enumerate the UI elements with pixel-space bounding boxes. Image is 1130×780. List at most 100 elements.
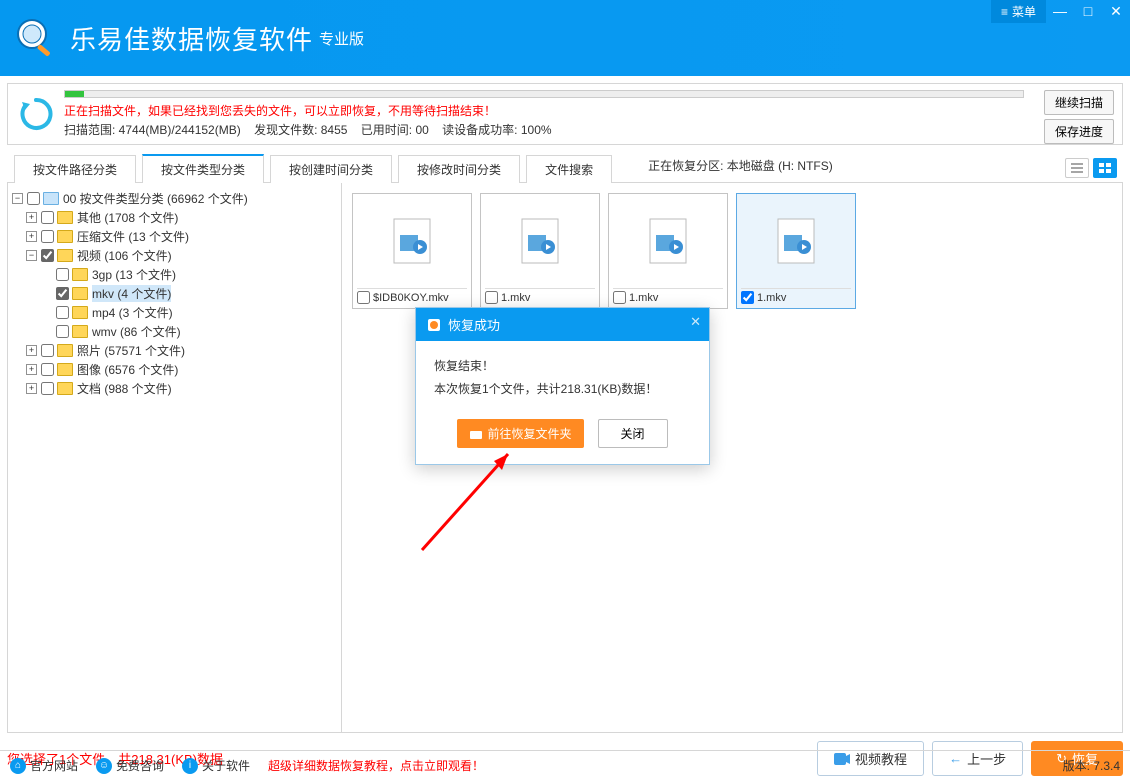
- home-icon: ⌂: [10, 758, 26, 774]
- scan-found: 发现文件数: 8455: [254, 123, 347, 137]
- folder-icon: [72, 325, 88, 338]
- tree-checkbox[interactable]: [56, 306, 69, 319]
- folder-open-icon: [469, 428, 483, 440]
- tree-item-3gp[interactable]: 3gp (13 个文件): [12, 265, 337, 284]
- consult-label: 免费咨询: [116, 757, 164, 774]
- folder-icon: [57, 382, 73, 395]
- app-logo-icon: [12, 14, 60, 62]
- file-card[interactable]: 1.mkv: [736, 193, 856, 309]
- folder-icon: [57, 230, 73, 243]
- recovery-success-dialog: 恢复成功 ✕ 恢复结束！ 本次恢复1个文件，共计218.31(KB)数据！ 前往…: [415, 307, 710, 465]
- tree-checkbox[interactable]: [41, 249, 54, 262]
- tab-by-type[interactable]: 按文件类型分类: [142, 154, 264, 183]
- tree-label[interactable]: 照片 (57571 个文件): [77, 342, 185, 359]
- file-card[interactable]: 1.mkv: [480, 193, 600, 309]
- grid-view-button[interactable]: [1093, 158, 1117, 178]
- tab-by-created[interactable]: 按创建时间分类: [270, 155, 392, 183]
- tree-item-image[interactable]: + 图像 (6576 个文件): [12, 360, 337, 379]
- collapse-icon[interactable]: −: [12, 193, 23, 204]
- tree-label[interactable]: 压缩文件 (13 个文件): [77, 228, 189, 245]
- grid-icon: [1098, 162, 1112, 174]
- expand-icon[interactable]: +: [26, 364, 37, 375]
- tab-search[interactable]: 文件搜索: [526, 155, 612, 183]
- tree-pane: − 00 按文件类型分类 (66962 个文件) + 其他 (1708 个文件)…: [7, 183, 342, 733]
- file-card[interactable]: 1.mkv: [608, 193, 728, 309]
- tab-by-modified[interactable]: 按修改时间分类: [398, 155, 520, 183]
- scan-detail: 扫描范围: 4744(MB)/244152(MB) 发现文件数: 8455 已用…: [64, 121, 1114, 138]
- footer: ⌂ 官方网站 ☺ 免费咨询 i 关于软件 超级详细数据恢复教程，点击立即观看！ …: [0, 750, 1130, 780]
- tree-checkbox[interactable]: [41, 382, 54, 395]
- expand-icon[interactable]: +: [26, 231, 37, 242]
- expand-icon[interactable]: +: [26, 383, 37, 394]
- tree-root[interactable]: − 00 按文件类型分类 (66962 个文件): [12, 189, 337, 208]
- file-thumb: [613, 198, 723, 284]
- menu-button[interactable]: ≡ 菜单: [991, 0, 1046, 23]
- file-thumb: [741, 198, 851, 284]
- dialog-title-text: 恢复成功: [448, 315, 500, 334]
- about-link[interactable]: i 关于软件: [182, 757, 250, 774]
- save-progress-button[interactable]: 保存进度: [1044, 119, 1114, 144]
- tree-checkbox[interactable]: [56, 325, 69, 338]
- tree-item-video[interactable]: − 视频 (106 个文件): [12, 246, 337, 265]
- list-view-button[interactable]: [1065, 158, 1089, 178]
- tree-checkbox[interactable]: [56, 287, 69, 300]
- tree-item-mp4[interactable]: mp4 (3 个文件): [12, 303, 337, 322]
- tree-label[interactable]: 文档 (988 个文件): [77, 380, 172, 397]
- file-thumb: [357, 198, 467, 284]
- collapse-icon[interactable]: −: [26, 250, 37, 261]
- file-checkbox[interactable]: [613, 291, 626, 304]
- video-file-icon: [520, 217, 560, 265]
- close-button[interactable]: ✕: [1102, 0, 1130, 22]
- maximize-button[interactable]: □: [1074, 0, 1102, 22]
- tree-checkbox[interactable]: [41, 363, 54, 376]
- list-icon: [1070, 162, 1084, 174]
- dialog-actions: 前往恢复文件夹 关闭: [416, 413, 709, 464]
- minimize-button[interactable]: —: [1046, 0, 1074, 22]
- tree-label[interactable]: 视频 (106 个文件): [77, 247, 172, 264]
- goto-folder-button[interactable]: 前往恢复文件夹: [457, 419, 583, 448]
- footer-promo-link[interactable]: 超级详细数据恢复教程，点击立即观看！: [268, 757, 484, 774]
- dialog-line1: 恢复结束！: [434, 357, 691, 374]
- file-card[interactable]: $IDB0KOY.mkv: [352, 193, 472, 309]
- tree-label[interactable]: mkv (4 个文件): [92, 285, 171, 302]
- folder-icon: [72, 268, 88, 281]
- version-label: 版本: 7.3.4: [1063, 757, 1120, 774]
- free-consult-link[interactable]: ☺ 免费咨询: [96, 757, 164, 774]
- tree-label[interactable]: mp4 (3 个文件): [92, 304, 173, 321]
- tree-label[interactable]: 00 按文件类型分类 (66962 个文件): [63, 190, 248, 207]
- folder-icon: [43, 192, 59, 205]
- tree-label[interactable]: 其他 (1708 个文件): [77, 209, 178, 226]
- tree-item-photo[interactable]: + 照片 (57571 个文件): [12, 341, 337, 360]
- file-checkbox[interactable]: [741, 291, 754, 304]
- tree-checkbox[interactable]: [41, 211, 54, 224]
- tree-checkbox[interactable]: [56, 268, 69, 281]
- tree-checkbox[interactable]: [27, 192, 40, 205]
- continue-scan-button[interactable]: 继续扫描: [1044, 90, 1114, 115]
- tree-item-wmv[interactable]: wmv (86 个文件): [12, 322, 337, 341]
- tree-checkbox[interactable]: [41, 230, 54, 243]
- tree-label[interactable]: 图像 (6576 个文件): [77, 361, 178, 378]
- tree-item-doc[interactable]: + 文档 (988 个文件): [12, 379, 337, 398]
- expand-icon[interactable]: +: [26, 212, 37, 223]
- scan-progress: [64, 90, 1024, 98]
- tree-item-zip[interactable]: + 压缩文件 (13 个文件): [12, 227, 337, 246]
- window-controls: ≡ 菜单 — □ ✕: [991, 0, 1130, 23]
- file-checkbox[interactable]: [357, 291, 370, 304]
- file-name: 1.mkv: [501, 292, 595, 304]
- tree-checkbox[interactable]: [41, 344, 54, 357]
- dialog-close-button[interactable]: ✕: [690, 314, 701, 330]
- file-name: 1.mkv: [629, 292, 723, 304]
- tree-label[interactable]: wmv (86 个文件): [92, 323, 181, 340]
- dialog-close-btn[interactable]: 关闭: [598, 419, 668, 448]
- tree-item-mkv[interactable]: mkv (4 个文件): [12, 284, 337, 303]
- official-site-link[interactable]: ⌂ 官方网站: [10, 757, 78, 774]
- folder-icon: [57, 249, 73, 262]
- tree-item-other[interactable]: + 其他 (1708 个文件): [12, 208, 337, 227]
- scan-text: 正在扫描文件，如果已经找到您丢失的文件，可以立即恢复，不用等待扫描结束！ 扫描范…: [64, 90, 1114, 138]
- tree-label[interactable]: 3gp (13 个文件): [92, 266, 176, 283]
- folder-icon: [72, 306, 88, 319]
- tab-by-path[interactable]: 按文件路径分类: [14, 155, 136, 183]
- expand-icon[interactable]: +: [26, 345, 37, 356]
- file-checkbox[interactable]: [485, 291, 498, 304]
- dialog-titlebar[interactable]: 恢复成功 ✕: [416, 308, 709, 341]
